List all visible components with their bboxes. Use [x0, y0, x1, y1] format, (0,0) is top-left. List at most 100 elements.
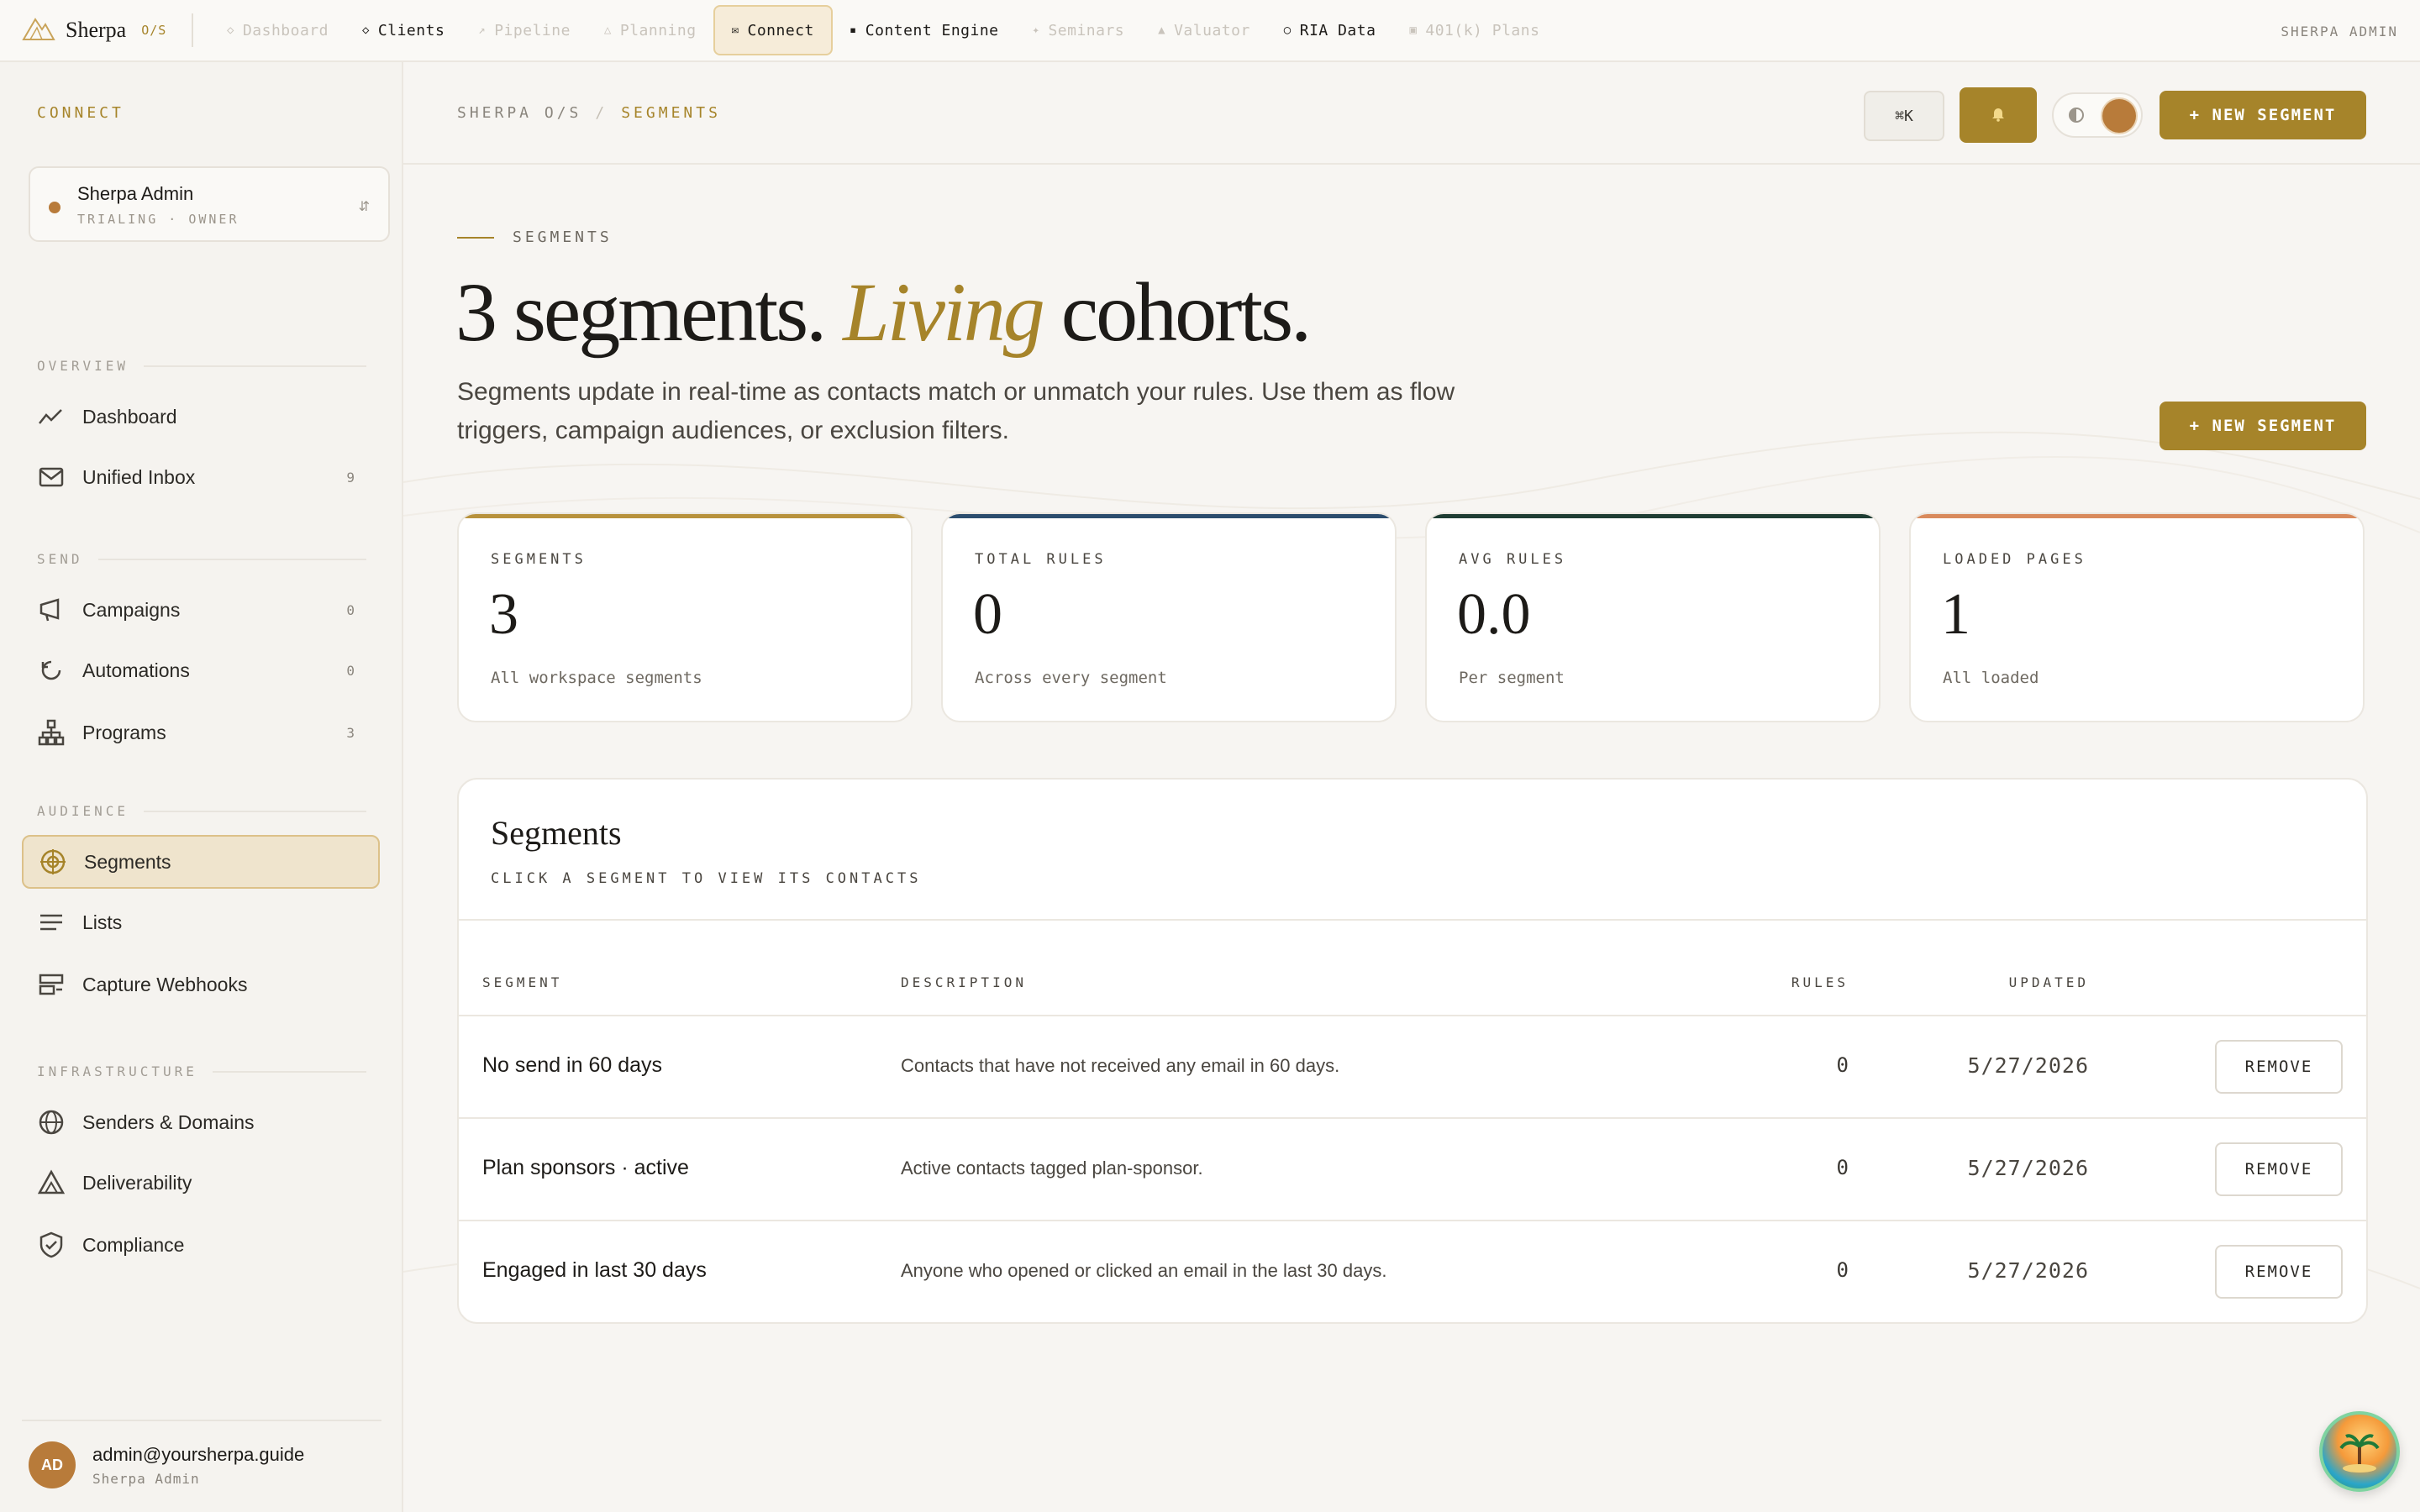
- topnav-label: Dashboard: [242, 21, 329, 39]
- toggle-knob: [2102, 99, 2136, 133]
- segment-rules-count: 0: [1836, 1156, 1849, 1179]
- sidebar-item-dashboard[interactable]: Dashboard: [22, 390, 380, 444]
- sidebar: CONNECT Sherpa Admin TRIALING · OWNER ⇵ …: [0, 62, 403, 1512]
- sidebar-item-label: Automations: [82, 659, 190, 681]
- shield-icon: [37, 1231, 66, 1259]
- user-role: Sherpa Admin: [92, 1470, 200, 1487]
- stat-caption: Per segment: [1459, 669, 1565, 687]
- sidebar-item-programs[interactable]: Programs 3: [22, 706, 380, 759]
- sidebar-item-label: Capture Webhooks: [82, 973, 248, 995]
- sidebar-item-lists[interactable]: Lists: [22, 895, 380, 949]
- sidebar-item-label: Deliverability: [82, 1171, 192, 1194]
- column-header-description[interactable]: DESCRIPTION: [901, 974, 1027, 990]
- new-segment-button-header[interactable]: + NEW SEGMENT: [2160, 91, 2366, 139]
- topnav-item-connect[interactable]: ✉ Connect: [713, 5, 833, 55]
- user-email: admin@yoursherpa.guide: [92, 1443, 305, 1465]
- theme-toggle[interactable]: [2052, 92, 2143, 138]
- brand-divider: [192, 13, 193, 47]
- section-rule: [144, 810, 366, 812]
- title-post: cohorts.: [1060, 265, 1312, 359]
- sidebar-item-count: 3: [346, 724, 355, 741]
- palm-tree-icon: [2334, 1425, 2385, 1479]
- stat-label: LOADED PAGES: [1943, 551, 2086, 568]
- segment-description: Contacts that have not received any emai…: [901, 1055, 1340, 1076]
- notifications-button[interactable]: [1960, 87, 2037, 143]
- assistant-launcher[interactable]: [2319, 1411, 2400, 1492]
- breadcrumb-root[interactable]: SHERPA O/S: [457, 104, 581, 122]
- section-label-audience: AUDIENCE: [37, 803, 366, 819]
- topnav-item-clients[interactable]: ◇ Clients: [345, 5, 461, 55]
- segment-name: Plan sponsors · active: [482, 1156, 689, 1179]
- segment-description: Anyone who opened or clicked an email in…: [901, 1260, 1387, 1281]
- sidebar-item-senders-domains[interactable]: Senders & Domains: [22, 1095, 380, 1149]
- topnav-item-pipeline[interactable]: ↗ Pipeline: [461, 5, 587, 55]
- topnav-item-dashboard[interactable]: ◇ Dashboard: [210, 5, 345, 55]
- sidebar-item-label: Compliance: [82, 1233, 185, 1256]
- stat-caption: Across every segment: [975, 669, 1167, 687]
- stat-value: 3: [489, 582, 518, 647]
- column-header-updated[interactable]: UPDATED: [2009, 974, 2089, 990]
- remove-button[interactable]: REMOVE: [2215, 1245, 2343, 1299]
- globe-icon: [37, 1108, 66, 1137]
- section-rule: [97, 558, 366, 560]
- brand[interactable]: Sherpa O/S: [0, 16, 192, 45]
- topnav-item-ria-data[interactable]: ○ RIA Data: [1267, 5, 1393, 55]
- stat-accent-bar: [1911, 514, 2363, 518]
- sidebar-item-segments[interactable]: Segments: [22, 835, 380, 889]
- sidebar-item-count: 0: [346, 662, 355, 679]
- topnav-label: Connect: [747, 21, 814, 39]
- title-pre: 3 segments.: [455, 265, 827, 359]
- column-header-segment[interactable]: SEGMENT: [482, 974, 562, 990]
- contrast-icon: [2069, 108, 2084, 123]
- section-rule: [212, 1070, 366, 1073]
- new-segment-button[interactable]: + NEW SEGMENT: [2160, 402, 2366, 450]
- topnav-label: 401(k) Plans: [1425, 21, 1540, 39]
- sidebar-item-campaigns[interactable]: Campaigns 0: [22, 583, 380, 637]
- stats-row: SEGMENTS 3 All workspace segments TOTAL RUL…: [457, 512, 2365, 722]
- sidebar-item-unified-inbox[interactable]: Unified Inbox 9: [22, 450, 380, 504]
- table-row[interactable]: Engaged in last 30 days Anyone who opened…: [459, 1220, 2366, 1320]
- segment-updated-date: 5/27/2026: [1967, 1156, 2089, 1180]
- top-user-label[interactable]: SHERPA ADMIN: [2281, 0, 2398, 62]
- segments-table-card: Segments CLICK A SEGMENT TO VIEW ITS CON…: [457, 778, 2368, 1324]
- table-row[interactable]: Plan sponsors · active Active contacts ta…: [459, 1117, 2366, 1218]
- table-title: Segments: [491, 814, 622, 852]
- triangle-icon: △: [603, 24, 612, 37]
- stat-card-avg-rules: AVG RULES 0.0 Per segment: [1425, 512, 1881, 722]
- table-row[interactable]: No send in 60 days Contacts that have not…: [459, 1015, 2366, 1116]
- sidebar-item-deliverability[interactable]: Deliverability: [22, 1156, 380, 1210]
- mountain-logo-icon: [22, 16, 55, 45]
- topnav-item-401-k-plans[interactable]: ▣ 401(k) Plans: [1392, 5, 1556, 55]
- remove-button[interactable]: REMOVE: [2215, 1142, 2343, 1196]
- topnav-label: Pipeline: [494, 21, 571, 39]
- diamond-icon: ◇: [227, 24, 234, 37]
- topnav-item-valuator[interactable]: ▲ Valuator: [1141, 5, 1267, 55]
- megaphone-icon: [37, 596, 66, 624]
- user-profile[interactable]: AD admin@yoursherpa.guide Sherpa Admin: [29, 1441, 304, 1488]
- sidebar-item-label: Senders & Domains: [82, 1110, 255, 1133]
- page-description: Segments update in real-time as contacts…: [457, 378, 1455, 444]
- account-switcher[interactable]: Sherpa Admin TRIALING · OWNER ⇵: [29, 166, 390, 242]
- arrow-up-right-icon: ↗: [478, 24, 487, 37]
- topnav-item-seminars[interactable]: ✦ Seminars: [1016, 5, 1142, 55]
- stat-label: SEGMENTS: [491, 551, 587, 568]
- avatar: AD: [29, 1441, 76, 1488]
- column-header-rules[interactable]: RULES: [1791, 974, 1849, 990]
- topnav-item-planning[interactable]: △ Planning: [587, 5, 713, 55]
- stat-label: TOTAL RULES: [975, 551, 1107, 568]
- account-plan: TRIALING · OWNER: [77, 212, 239, 227]
- sidebar-item-automations[interactable]: Automations 0: [22, 643, 380, 697]
- sidebar-footer-divider: [22, 1420, 381, 1421]
- trend-icon: [37, 402, 66, 431]
- sidebar-item-capture-webhooks[interactable]: Capture Webhooks: [22, 958, 380, 1011]
- topnav-item-content-engine[interactable]: ▪ Content Engine: [833, 5, 1016, 55]
- mail-icon: ✉: [731, 24, 739, 37]
- command-palette-button[interactable]: ⌘K: [1864, 91, 1944, 141]
- topnav-label: Clients: [377, 21, 445, 39]
- segment-name: No send in 60 days: [482, 1053, 663, 1077]
- triangle-icon: [37, 1168, 66, 1197]
- remove-button[interactable]: REMOVE: [2215, 1040, 2343, 1094]
- stat-caption: All loaded: [1943, 669, 2039, 687]
- sidebar-item-compliance[interactable]: Compliance: [22, 1218, 380, 1272]
- sidebar-heading: CONNECT: [37, 104, 124, 122]
